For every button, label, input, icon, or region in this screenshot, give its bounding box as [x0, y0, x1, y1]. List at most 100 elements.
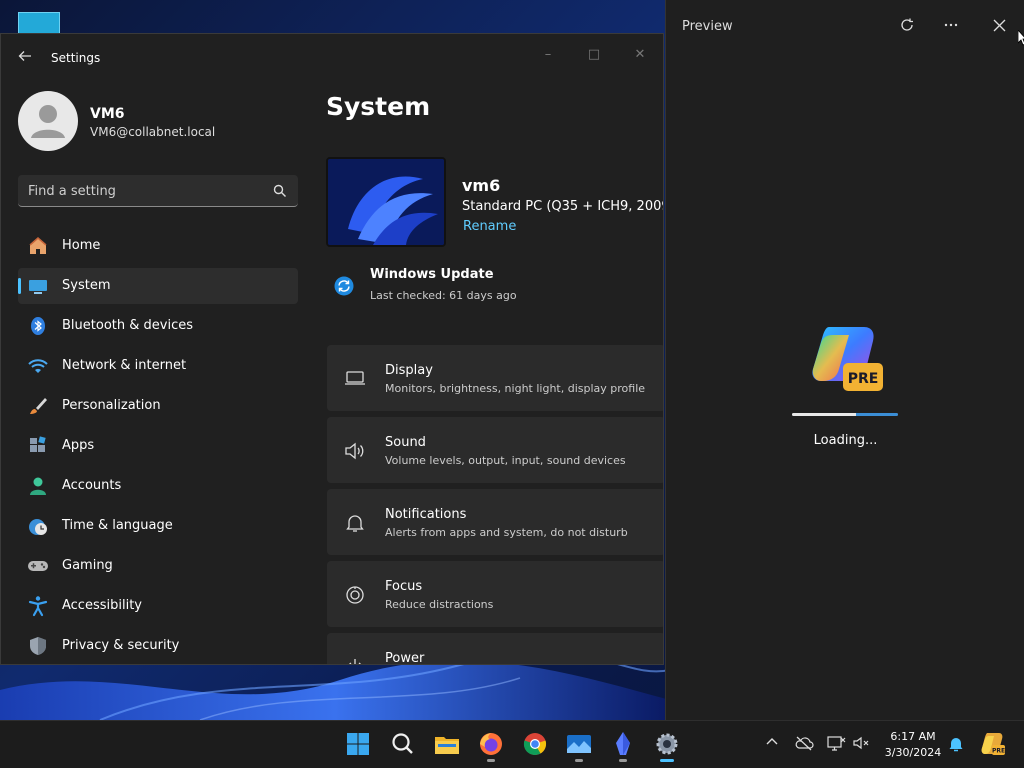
search-box[interactable]: [18, 175, 298, 207]
minimize-button[interactable]: –: [525, 40, 571, 70]
clock-time: 6:17 AM: [890, 730, 936, 743]
card-focus[interactable]: Focus Reduce distractions: [327, 561, 663, 627]
card-display[interactable]: Display Monitors, brightness, night ligh…: [327, 345, 663, 411]
start-button[interactable]: [343, 729, 373, 759]
running-indicator: [487, 759, 495, 762]
network-tray-button[interactable]: [826, 735, 846, 755]
device-thumbnail: [326, 157, 446, 247]
refresh-icon: [901, 18, 913, 31]
cloud-offline-icon: [795, 736, 814, 751]
volume-muted-icon: [853, 736, 869, 750]
photos-icon: [567, 735, 591, 753]
sidebar-item-label: Accessibility: [62, 598, 142, 613]
loading-progress-bar: [792, 413, 898, 416]
card-title: Sound: [385, 435, 426, 450]
shield-icon: [30, 637, 46, 655]
app-title: Settings: [51, 51, 101, 65]
folder-icon: [435, 737, 459, 754]
chrome-icon: [523, 733, 547, 756]
back-button[interactable]: [13, 47, 37, 69]
firefox-button[interactable]: [476, 729, 506, 762]
sidebar-item-apps[interactable]: Apps: [18, 428, 298, 464]
crystal-app-icon: [616, 732, 630, 755]
profile-email: VM6@collabnet.local: [90, 125, 216, 139]
clock-globe-icon: [29, 519, 47, 535]
sidebar-item-label: Apps: [62, 438, 95, 453]
display-icon: [345, 371, 365, 385]
card-title: Display: [385, 363, 433, 378]
wallpaper-thumbnail-icon: [328, 159, 444, 245]
sidebar-item-system[interactable]: System: [18, 268, 298, 304]
device-name: vm6: [462, 176, 501, 195]
arrow-left-icon: [18, 51, 31, 61]
sidebar-item-accessibility[interactable]: Accessibility: [18, 588, 298, 624]
search-icon: [392, 733, 413, 754]
speaker-icon: [345, 442, 364, 460]
focus-icon: [346, 586, 364, 604]
brush-icon: [30, 398, 47, 414]
card-title: Focus: [385, 579, 423, 594]
sidebar-item-home[interactable]: Home: [18, 228, 298, 264]
accessibility-icon: [28, 596, 48, 617]
card-title: Notifications: [385, 507, 467, 522]
copilot-app-button[interactable]: [608, 729, 638, 762]
card-title: Power: [385, 651, 425, 665]
sidebar-item-gaming[interactable]: Gaming: [18, 548, 298, 584]
active-indicator: [660, 759, 674, 762]
windows-update-title[interactable]: Windows Update: [370, 267, 494, 282]
volume-tray-button[interactable]: [852, 735, 872, 755]
show-hidden-icons-button[interactable]: [762, 735, 782, 755]
sidebar-item-privacy-security[interactable]: Privacy & security: [18, 628, 298, 664]
photos-app-button[interactable]: [564, 729, 594, 762]
sidebar-item-label: System: [62, 278, 111, 293]
close-button[interactable]: ✕: [617, 40, 663, 70]
copilot-icon: PRE: [812, 327, 883, 391]
settings-app-button[interactable]: [652, 729, 682, 762]
search-input[interactable]: [28, 181, 268, 201]
chrome-button[interactable]: [520, 729, 550, 759]
maximize-button[interactable]: □: [571, 40, 617, 70]
network-offline-icon: [827, 736, 846, 751]
card-subtitle: Reduce distractions: [385, 598, 494, 611]
sidebar-item-time-language[interactable]: Time & language: [18, 508, 298, 544]
settings-card-list: Display Monitors, brightness, night ligh…: [327, 345, 663, 665]
card-power[interactable]: Power: [327, 633, 663, 665]
chevron-up-icon: [766, 738, 778, 745]
taskbar-search-button[interactable]: [388, 729, 418, 759]
sidebar-item-network[interactable]: Network & internet: [18, 348, 298, 384]
more-dots-icon: [944, 23, 958, 27]
sidebar-item-label: Personalization: [62, 398, 161, 413]
preview-close-button[interactable]: [986, 14, 1012, 40]
desktop-icon[interactable]: [18, 12, 60, 34]
device-model: Standard PC (Q35 + ICH9, 2009): [462, 199, 664, 214]
card-subtitle: Alerts from apps and system, do not dist…: [385, 526, 628, 539]
bell-icon: [346, 515, 364, 532]
windows-update-status: Last checked: 61 days ago: [370, 289, 517, 302]
card-subtitle: Monitors, brightness, night light, displ…: [385, 382, 646, 395]
avatar[interactable]: [18, 91, 78, 151]
profile-name: VM6: [90, 106, 125, 122]
wallpaper-swirl: [0, 660, 670, 720]
notifications-tray-button[interactable]: [946, 735, 966, 755]
copilot-tray-button[interactable]: PRE: [980, 731, 1006, 757]
firefox-icon: [480, 733, 502, 755]
sidebar-item-personalization[interactable]: Personalization: [18, 388, 298, 424]
preview-pane: Preview PRE Loading...: [665, 0, 1024, 720]
rename-link[interactable]: Rename: [463, 219, 516, 234]
sidebar-item-bluetooth[interactable]: Bluetooth & devices: [18, 308, 298, 344]
file-explorer-button[interactable]: [432, 729, 462, 759]
preview-title: Preview: [682, 19, 733, 34]
gear-icon: [656, 733, 678, 755]
bluetooth-icon: [31, 317, 45, 335]
search-icon: [273, 184, 286, 197]
clock-date: 3/30/2024: [884, 746, 942, 759]
sidebar-item-accounts[interactable]: Accounts: [18, 468, 298, 504]
windows-update-icon[interactable]: [334, 276, 354, 296]
card-sound[interactable]: Sound Volume levels, output, input, soun…: [327, 417, 663, 483]
taskbar-clock[interactable]: 6:17 AM 3/30/2024: [878, 729, 948, 761]
card-notifications[interactable]: Notifications Alerts from apps and syste…: [327, 489, 663, 555]
refresh-button[interactable]: [894, 14, 920, 40]
more-options-button[interactable]: [938, 14, 964, 40]
onedrive-tray-button[interactable]: [794, 735, 814, 755]
title-bar[interactable]: Settings – □ ✕: [1, 34, 663, 82]
